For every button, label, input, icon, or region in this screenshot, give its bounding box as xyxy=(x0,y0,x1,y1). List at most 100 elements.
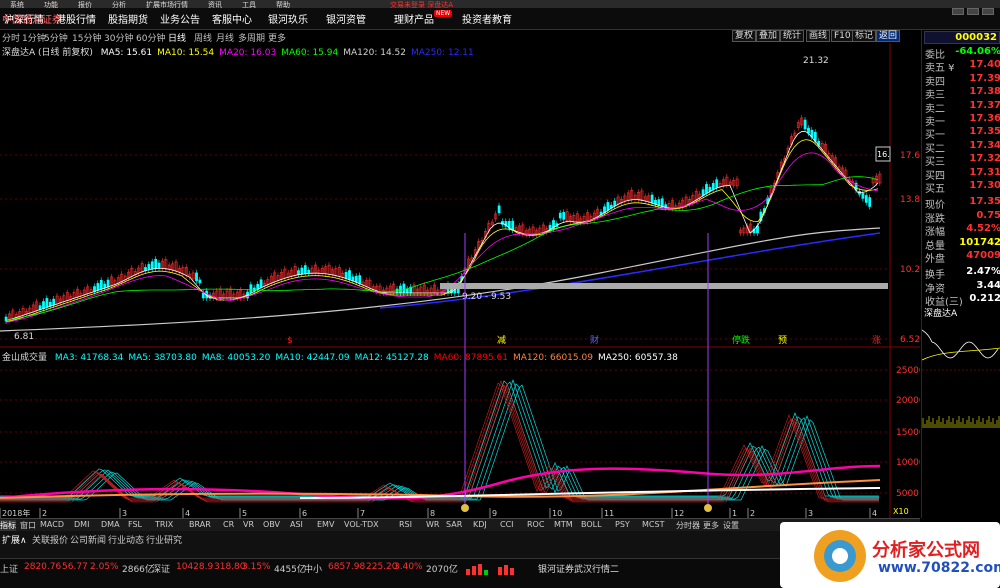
indicator-tab[interactable]: TRIX xyxy=(155,520,173,529)
indicator-tab[interactable]: DMA xyxy=(101,520,120,529)
intraday-mini-chart[interactable] xyxy=(922,320,1000,430)
indicator-tab[interactable]: 更多 xyxy=(703,520,719,531)
time-axis-label: 5 xyxy=(242,509,247,518)
indicator-tab[interactable]: ASI xyxy=(290,520,303,529)
quote-row: 涨幅 4.52% xyxy=(925,223,1000,238)
price-axis-label: 6.52 xyxy=(900,335,920,345)
indicator-tab[interactable]: ROC xyxy=(527,520,544,529)
info-tab[interactable]: 公司新闻 xyxy=(70,533,106,546)
indicator-tab[interactable]: 设置 xyxy=(723,520,739,531)
price-range-band xyxy=(440,283,888,289)
info-tab[interactable]: 扩展∧ xyxy=(2,533,27,546)
toolbar-button[interactable]: 叠加 xyxy=(756,30,781,42)
indicator-tab[interactable]: PSY xyxy=(615,520,630,529)
window-close-button[interactable] xyxy=(982,8,994,15)
indicator-tab[interactable]: MTM xyxy=(554,520,573,529)
info-tab[interactable]: 行业研究 xyxy=(146,533,182,546)
vol-legend-item: MA12: 45127.28 xyxy=(354,353,429,363)
quote-row: 净资 3.44 xyxy=(925,279,1000,295)
indicator-tab[interactable]: RSI xyxy=(399,520,412,529)
event-marker[interactable]: 财 xyxy=(590,334,599,346)
toolbar-button[interactable]: 复权 xyxy=(732,30,757,42)
range-annotation: 9.20 - 9.53 xyxy=(462,292,511,302)
event-marker[interactable]: 停跌 xyxy=(732,334,750,346)
watermark-logo: 分析家公式网 www.70822.com xyxy=(780,522,1000,588)
time-axis-label: 2 xyxy=(750,509,755,518)
ma-legend-item: MA5: 15.61 xyxy=(100,48,153,58)
main-legend: 深盘达A (日线 前复权) MA5: 15.61 MA10: 15.54 MA20:… xyxy=(2,45,474,58)
nav-item[interactable]: 客服中心 xyxy=(212,11,252,26)
quote-value: 17.35 xyxy=(969,196,1000,208)
nav-item[interactable]: 银河资管 xyxy=(326,11,366,26)
quote-value: 17.40 xyxy=(969,59,1000,71)
index-label: 上证 xyxy=(0,565,19,575)
indicator-tab[interactable]: SAR xyxy=(446,520,462,529)
stock-code-box[interactable]: 000032 xyxy=(924,31,1000,44)
nav-item[interactable]: 股指期货 xyxy=(108,11,148,26)
indicator-tab[interactable]: MACD xyxy=(40,520,64,529)
volume-chart-svg[interactable]: 25000 20000 15000 10000 5000 2018年 2 3 4 5 6 7 8 9 10 1… xyxy=(0,348,925,518)
index-change: 318.80 xyxy=(214,562,246,572)
indicator-tab[interactable]: CR xyxy=(223,520,234,529)
quote-value: 17.34 xyxy=(969,139,1000,151)
nav-item[interactable]: 业务公告 xyxy=(160,11,200,26)
indicator-tab[interactable]: VOL-TDX xyxy=(344,520,379,529)
vol-legend-item: MA5: 38703.80 xyxy=(128,353,197,363)
kline-chart[interactable]: 17.62 13.82 10.22 6.52 21.32 6.81 9.20 - 9.53 1… xyxy=(0,43,926,348)
quote-row: 委比 -64.06% xyxy=(925,46,1000,61)
event-marker[interactable]: 预 xyxy=(778,335,787,346)
event-marker[interactable]: $ xyxy=(287,336,293,346)
indicator-tab[interactable]: MCST xyxy=(642,520,664,529)
vol-legend-item: MA3: 41768.34 xyxy=(54,353,124,363)
nav-item[interactable]: 银河玖乐 xyxy=(268,11,308,26)
indicator-tab[interactable]: OBV xyxy=(263,520,280,529)
toolbar-button[interactable]: 标记 xyxy=(852,30,877,42)
toolbar-button[interactable]: 统计 xyxy=(780,30,805,42)
quote-value: 0.212 xyxy=(969,293,1000,305)
indicator-tab[interactable]: WR xyxy=(426,520,439,529)
window-min-button[interactable] xyxy=(952,8,964,15)
time-axis-label: 2018年 xyxy=(2,508,30,518)
quote-row: 买二 17.34 xyxy=(925,139,1000,155)
info-tab[interactable]: 关联报价 xyxy=(32,533,68,546)
quote-row: 买四 17.31 xyxy=(925,167,1000,182)
quote-row: 现价 17.35 xyxy=(925,196,1000,211)
event-marker[interactable]: 涨 xyxy=(872,335,881,346)
high-annotation: 21.32 xyxy=(803,56,829,66)
nav-item[interactable]: 理财产品 xyxy=(394,11,434,26)
index-amount: 2070亿 xyxy=(426,565,458,575)
time-axis-label: 11 xyxy=(604,509,614,518)
signal-dot xyxy=(461,504,469,512)
window-max-button[interactable] xyxy=(967,8,979,15)
volume-chart[interactable]: 25000 20000 15000 10000 5000 2018年 2 3 4 5 6 7 8 9 10 1… xyxy=(0,348,925,518)
gear-logo-icon xyxy=(814,530,866,582)
info-tab[interactable]: 行业动态 xyxy=(108,533,144,546)
low-annotation: 6.81 xyxy=(14,332,34,342)
kline-chart-svg[interactable]: 17.62 13.82 10.22 6.52 21.32 6.81 9.20 - 9.53 1… xyxy=(0,43,926,348)
event-marker[interactable]: 减 xyxy=(497,334,506,346)
index-value: 6857.98 xyxy=(328,562,366,572)
indicator-tab[interactable]: 指标 xyxy=(0,520,16,531)
toolbar-button[interactable]: 画线 xyxy=(806,30,831,42)
indicator-tab[interactable]: 窗口 xyxy=(20,520,36,531)
quote-value: 17.30 xyxy=(969,180,1000,191)
nav-item[interactable]: 港股行情 xyxy=(56,11,96,26)
indicator-tab[interactable]: KDJ xyxy=(473,520,487,529)
toolbar-button[interactable]: 返回 xyxy=(876,30,901,42)
indicator-tab[interactable]: 分时器 xyxy=(676,520,700,531)
current-price-tag: 16. xyxy=(877,150,890,159)
nav-item[interactable]: 沪深行情 xyxy=(4,11,44,26)
indicator-tab[interactable]: BRAR xyxy=(189,520,211,529)
indicator-tab[interactable]: DMI xyxy=(74,520,89,529)
toolbar-button[interactable]: F10 xyxy=(831,30,854,42)
quote-value: 47009 xyxy=(966,250,1000,261)
indicator-tab[interactable]: EMV xyxy=(317,520,334,529)
vol-legend-item: MA250: 60557.38 xyxy=(597,353,678,363)
indicator-tab[interactable]: VR xyxy=(243,520,254,529)
quote-value: 3.44 xyxy=(976,279,1000,291)
nav-item[interactable]: 投资者教育 xyxy=(462,11,512,26)
time-axis-label: 12 xyxy=(674,509,684,518)
indicator-tab[interactable]: CCI xyxy=(500,520,514,529)
indicator-tab[interactable]: FSL xyxy=(128,520,142,529)
indicator-tab[interactable]: BOLL xyxy=(581,520,602,529)
